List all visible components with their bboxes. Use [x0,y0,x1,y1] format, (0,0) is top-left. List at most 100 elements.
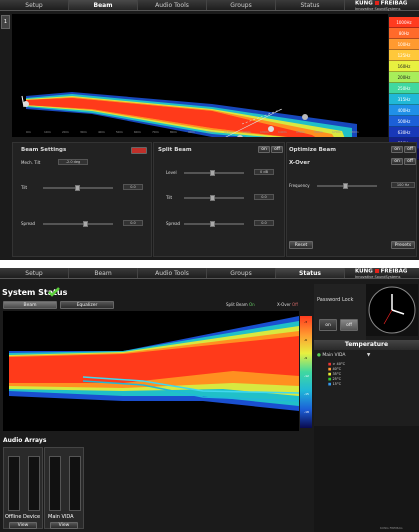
meter [49,456,61,511]
lock-off-button[interactable]: off [340,319,358,331]
colorbar-step[interactable]: 500Hz [389,116,419,127]
lock-on-button[interactable]: on [319,319,337,331]
colorbar-step[interactable]: 315Hz [389,94,419,105]
colorbar-tick: -6 [304,338,307,342]
slider-knob[interactable] [210,195,215,201]
tab-beam[interactable]: Beam [69,268,138,278]
temperature-panel: Temperature ● Main VIDA ▼ ■ > 40°C ■ 40°… [314,340,419,426]
tab-setup[interactable]: Setup [0,0,69,10]
reset-button[interactable]: Reset [289,241,313,249]
spread-value[interactable]: 0.0 [123,220,143,226]
temp-legend-item: ■ 35°C [328,372,342,376]
optimize-off-button[interactable]: off [404,146,416,153]
split-spread-slider[interactable] [184,221,244,227]
split-beam-on-button[interactable]: on [258,146,270,153]
slider-knob[interactable] [210,221,215,227]
temperature-group[interactable]: ● Main VIDA ▼ [317,353,370,358]
colorbar-tick: -12 [304,374,309,378]
frequency-slider[interactable] [317,183,377,189]
mech-tilt-value[interactable]: -2.0 deg [58,159,88,165]
device-card[interactable]: Offline Device View [3,447,43,529]
beam-plot: 0m 10m 20m 30m 40m 50m 60m 70m 80m 90m 1… [12,14,388,152]
view-device-button[interactable]: View [50,522,78,529]
password-lock-panel: Password Lock on off [314,284,366,340]
slider-knob[interactable] [83,221,88,227]
colorbar-step[interactable]: 630Hz [389,127,419,138]
split-tilt-slider[interactable] [184,195,244,201]
x-tick: 160m [314,130,323,134]
beam-coverage-map [21,92,357,152]
optimize-beam-panel: Optimize Beam on off X-Over on off Frequ… [286,142,417,257]
xover-on-button[interactable]: on [391,158,403,165]
setting-label: Tilt [21,185,28,190]
beam-settings-panel: Beam Settings Mech. Tilt -2.0 deg Tilt 0… [12,142,152,257]
colorbar-step[interactable]: 80Hz [389,28,419,39]
audio-arrays-panel: Audio Arrays Offline Device View Main VI… [0,435,314,532]
device-name: Main VIDA [48,514,74,520]
split-beam-off-button[interactable]: off [271,146,283,153]
meter [8,456,20,511]
x-tick: 100m [206,130,215,134]
frequency-value[interactable]: 100 Hz [391,182,415,188]
password-lock-title: Password Lock [317,297,354,303]
colorbar-step[interactable]: 125Hz [389,50,419,61]
split-beam-status: Split Beam On [226,302,255,307]
colorbar-step[interactable]: 160Hz [389,61,419,72]
meter [28,456,40,511]
colorbar-tick: -15 [304,392,309,396]
split-spread-value[interactable]: 0.0 [254,220,274,226]
split-level-slider[interactable] [184,170,244,176]
view-device-button[interactable]: View [9,522,37,529]
tab-groups[interactable]: Groups [207,268,276,278]
temp-legend-item: ■ > 40°C [328,362,346,366]
tab-equalizer-view[interactable]: Equalizer [60,301,114,309]
page-tab[interactable]: 1 [1,15,10,29]
tab-audio-tools[interactable]: Audio Tools [138,268,207,278]
presets-button[interactable]: Presets [391,241,415,249]
spread-slider[interactable] [43,221,113,227]
split-tilt-value[interactable]: 0.0 [254,194,274,200]
x-tick: 90m [188,130,195,134]
split-level-value[interactable]: 0 dB [254,169,274,175]
x-tick: 180m [350,130,359,134]
tab-beam[interactable]: Beam [69,0,138,10]
colorbar-step[interactable]: 250Hz [389,83,419,94]
device-card[interactable]: Main VIDA View [44,447,84,529]
colorbar-step[interactable]: 1000Hz [389,17,419,28]
beam-settings-indicator[interactable] [131,147,147,154]
xover-off-button[interactable]: off [404,158,416,165]
tab-beam-view[interactable]: Beam [3,301,57,309]
x-tick: 120m [242,130,251,134]
split-beam-title: Split Beam [158,147,192,153]
colorbar-step[interactable]: 400Hz [389,105,419,116]
status-beam-plot [3,311,300,431]
xover-title: X-Over [289,160,310,166]
x-tick: 0m [26,130,31,134]
colorbar-tick: -18 [304,410,309,414]
slider-knob[interactable] [210,170,215,176]
tab-groups[interactable]: Groups [207,0,276,10]
temperature-header: Temperature [314,340,419,350]
tab-status[interactable]: Status [276,268,345,278]
slider-knob[interactable] [75,185,80,191]
tab-audio-tools[interactable]: Audio Tools [138,0,207,10]
clock-icon [366,284,418,336]
optimize-on-button[interactable]: on [391,146,403,153]
tilt-value[interactable]: 0.0 [123,184,143,190]
tab-status[interactable]: Status [276,0,345,10]
x-tick: 140m [278,130,287,134]
x-tick: 30m [80,130,87,134]
x-tick: 170m [332,130,341,134]
tab-setup[interactable]: Setup [0,268,69,278]
status-coverage-map [9,316,300,411]
audio-arrays-title: Audio Arrays [3,437,47,444]
colorbar-step[interactable]: 200Hz [389,72,419,83]
device-name: Offline Device [5,514,41,520]
colorbar-step[interactable]: 100Hz [389,39,419,50]
slider-knob[interactable] [343,183,348,189]
xover-status: X-Over Off [277,302,298,307]
x-tick: 130m [260,130,269,134]
tilt-slider[interactable] [43,185,113,191]
split-beam-panel: Split Beam on off Level 0 dB Tilt 0.0 Sp… [153,142,285,257]
x-tick: 110m [224,130,233,134]
